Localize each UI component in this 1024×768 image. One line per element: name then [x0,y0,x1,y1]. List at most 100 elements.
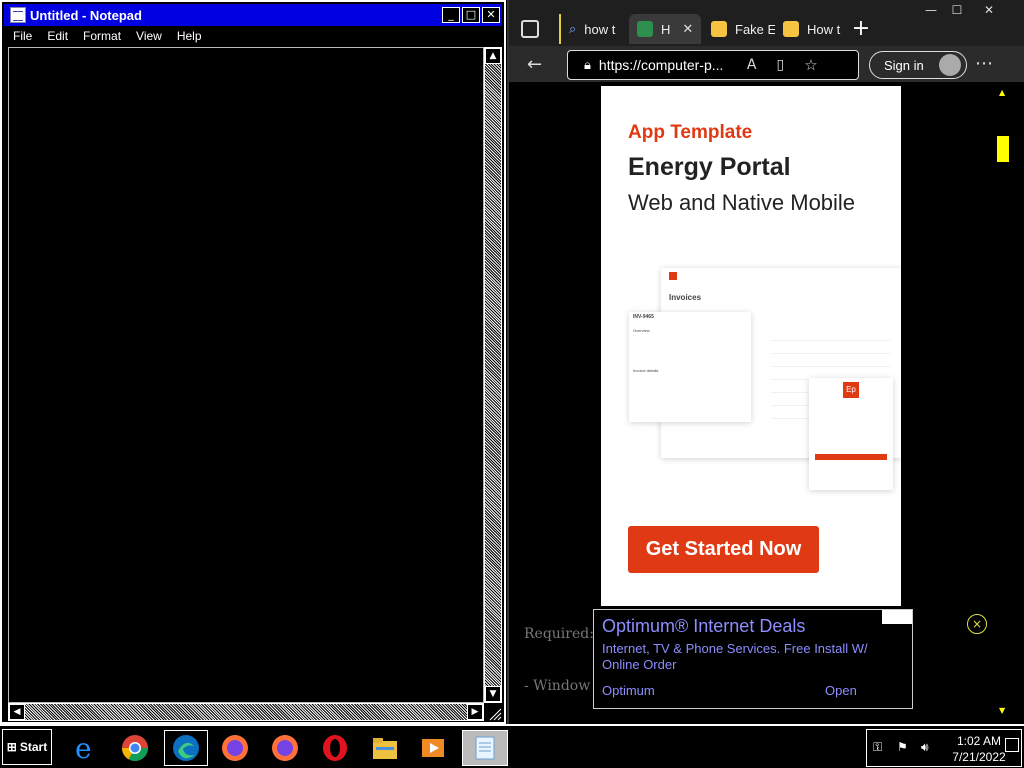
notepad-text-area[interactable] [8,47,484,703]
menu-help[interactable]: Help [168,29,208,43]
bottom-ad-title[interactable]: Optimum® Internet Deals [602,616,805,637]
tab-close-icon[interactable]: ✕ [682,21,693,37]
chrome-icon[interactable] [118,731,152,765]
file-explorer-icon[interactable] [368,731,402,765]
edge-browser-window[interactable]: — ☐ ✕ ⌕ how t H ✕ Fake E How t + ← 🔒︎ ht… [507,0,1024,724]
media-player-icon[interactable] [416,731,450,765]
bottom-ad-description: Internet, TV & Phone Services. Free Inst… [602,641,868,672]
address-bar[interactable]: 🔒︎ https://computer-p... A ▯ ☆ [567,50,859,80]
tab-howto[interactable]: How t [775,14,845,44]
read-aloud-icon[interactable]: A [747,57,757,73]
browser-maximize-button[interactable]: ☐ [943,2,971,20]
close-ad-icon[interactable]: × [967,614,987,634]
menu-view[interactable]: View [127,29,168,43]
ad-headline: Energy Portal [628,153,791,181]
resize-grip-icon[interactable] [486,705,502,721]
volume-icon[interactable]: 🔊︎ [921,740,929,755]
scroll-down-arrow-icon[interactable]: ▼ [485,686,501,702]
notepad-title: Untitled - Notepad [30,7,142,23]
mock-invoice-detail: INV-9465 Overview Invoice details [629,312,751,422]
notepad-window[interactable]: Untitled - Notepad _ □ ✕ File Edit Forma… [0,0,506,724]
tab-actions-icon[interactable] [521,20,539,38]
opera-icon[interactable] [318,731,352,765]
scroll-down-arrow-icon[interactable]: ▼ [999,706,1005,715]
url-text[interactable]: https://computer-p... [599,57,735,73]
search-icon: ⌕ [569,21,577,36]
clock-date[interactable]: 7/21/2022 [939,750,1019,764]
favorite-star-icon[interactable]: ☆ [804,56,817,74]
tab-search[interactable]: ⌕ how t [559,14,629,44]
network-icon[interactable]: ⚿ [873,740,882,755]
maximize-button[interactable]: □ [462,7,480,23]
tab-fake[interactable]: Fake E [703,14,775,44]
mock-overview: Overview [633,328,650,333]
bottom-ad-advertiser[interactable]: Optimum [602,683,655,698]
edge-icon[interactable] [164,730,208,766]
emoji-favicon-icon [711,21,727,37]
menu-edit[interactable]: Edit [38,29,74,43]
mock-login-screen: Ep [809,378,893,490]
site-favicon-green-icon [637,21,653,37]
sign-in-button[interactable]: Sign in [869,51,967,79]
scroll-left-arrow-icon[interactable]: ◀ [9,704,25,720]
desktop: Untitled - Notepad _ □ ✕ File Edit Forma… [0,0,1024,768]
lock-icon[interactable]: 🔒︎ [584,58,591,73]
browser-close-button[interactable]: ✕ [975,2,1003,20]
more-menu-icon[interactable]: ⋯ [975,53,993,74]
promo-ad-card[interactable]: App Template Energy Portal Web and Nativ… [601,86,901,606]
scroll-up-arrow-icon[interactable]: ▲ [485,48,501,64]
taskbar: ⊞ Start e ⚿ ⚑ 🔊︎ 1:02 AM 7/21/2022 [0,724,1024,768]
svg-text:e: e [75,733,92,763]
notepad-app-icon [10,7,26,23]
tab-label: Fake E [735,21,775,37]
ad-subheadline: Web and Native Mobile [628,190,856,215]
mock-logo [669,272,677,280]
browser-minimize-button[interactable]: — [917,2,945,20]
sign-in-label: Sign in [884,57,924,73]
mock-login-logo: Ep [843,382,859,398]
tab-active[interactable]: H ✕ [629,14,701,44]
adchoices-icon[interactable] [882,610,912,624]
mock-invoices-title: Invoices [669,293,702,302]
show-desktop-icon[interactable] [1005,738,1019,752]
minimize-button[interactable]: _ [442,7,460,23]
get-started-button[interactable]: Get Started Now [628,526,819,573]
new-tab-button[interactable]: + [847,16,875,44]
notepad-menubar: File Edit Format View Help [4,26,502,46]
mock-invoice-id: INV-9465 [633,314,654,320]
mock-login-button [815,454,887,460]
tab-label: H [661,21,671,37]
menu-format[interactable]: Format [74,29,127,43]
start-label: Start [19,740,48,754]
browser-toolbar: ← 🔒︎ https://computer-p... A ▯ ☆ Sign in… [509,46,1024,84]
page-text-windows: - Window [524,678,591,694]
internet-explorer-icon[interactable]: e [68,731,102,765]
notepad-titlebar[interactable]: Untitled - Notepad _ □ ✕ [4,4,502,26]
page-viewport[interactable]: App Template Energy Portal Web and Nativ… [509,86,1024,722]
system-tray: ⚿ ⚑ 🔊︎ 1:02 AM 7/21/2022 [866,729,1022,767]
notepad-horizontal-scrollbar[interactable]: ◀ ▶ [8,703,484,721]
notepad-vertical-scrollbar[interactable]: ▲ ▼ [484,47,502,703]
firefox-icon[interactable] [268,731,302,765]
page-scrollbar-thumb[interactable] [997,136,1009,162]
windows-logo-icon: ⊞ [6,740,17,754]
tab-label: how t [584,21,616,37]
action-center-flag-icon[interactable]: ⚑ [897,740,908,754]
back-arrow-icon[interactable]: ← [527,54,542,75]
avatar [939,54,961,76]
bottom-banner-ad[interactable]: Optimum® Internet Deals Internet, TV & P… [593,609,913,709]
emoji-favicon-icon [783,21,799,37]
mock-invoice-details: Invoice details [633,368,659,373]
ad-kicker: App Template [628,122,753,143]
immersive-reader-icon[interactable]: ▯ [777,57,785,73]
firefox-icon[interactable] [218,731,252,765]
scroll-up-arrow-icon[interactable]: ▲ [999,88,1005,97]
bottom-ad-open-link[interactable]: Open [825,683,857,698]
menu-file[interactable]: File [4,29,38,43]
scroll-right-arrow-icon[interactable]: ▶ [467,704,483,720]
start-button[interactable]: ⊞ Start [2,729,52,765]
notepad-icon[interactable] [462,730,508,766]
page-text-required: Required: [524,626,594,642]
tab-strip: — ☐ ✕ ⌕ how t H ✕ Fake E How t + [509,0,1024,46]
close-button[interactable]: ✕ [482,7,500,23]
